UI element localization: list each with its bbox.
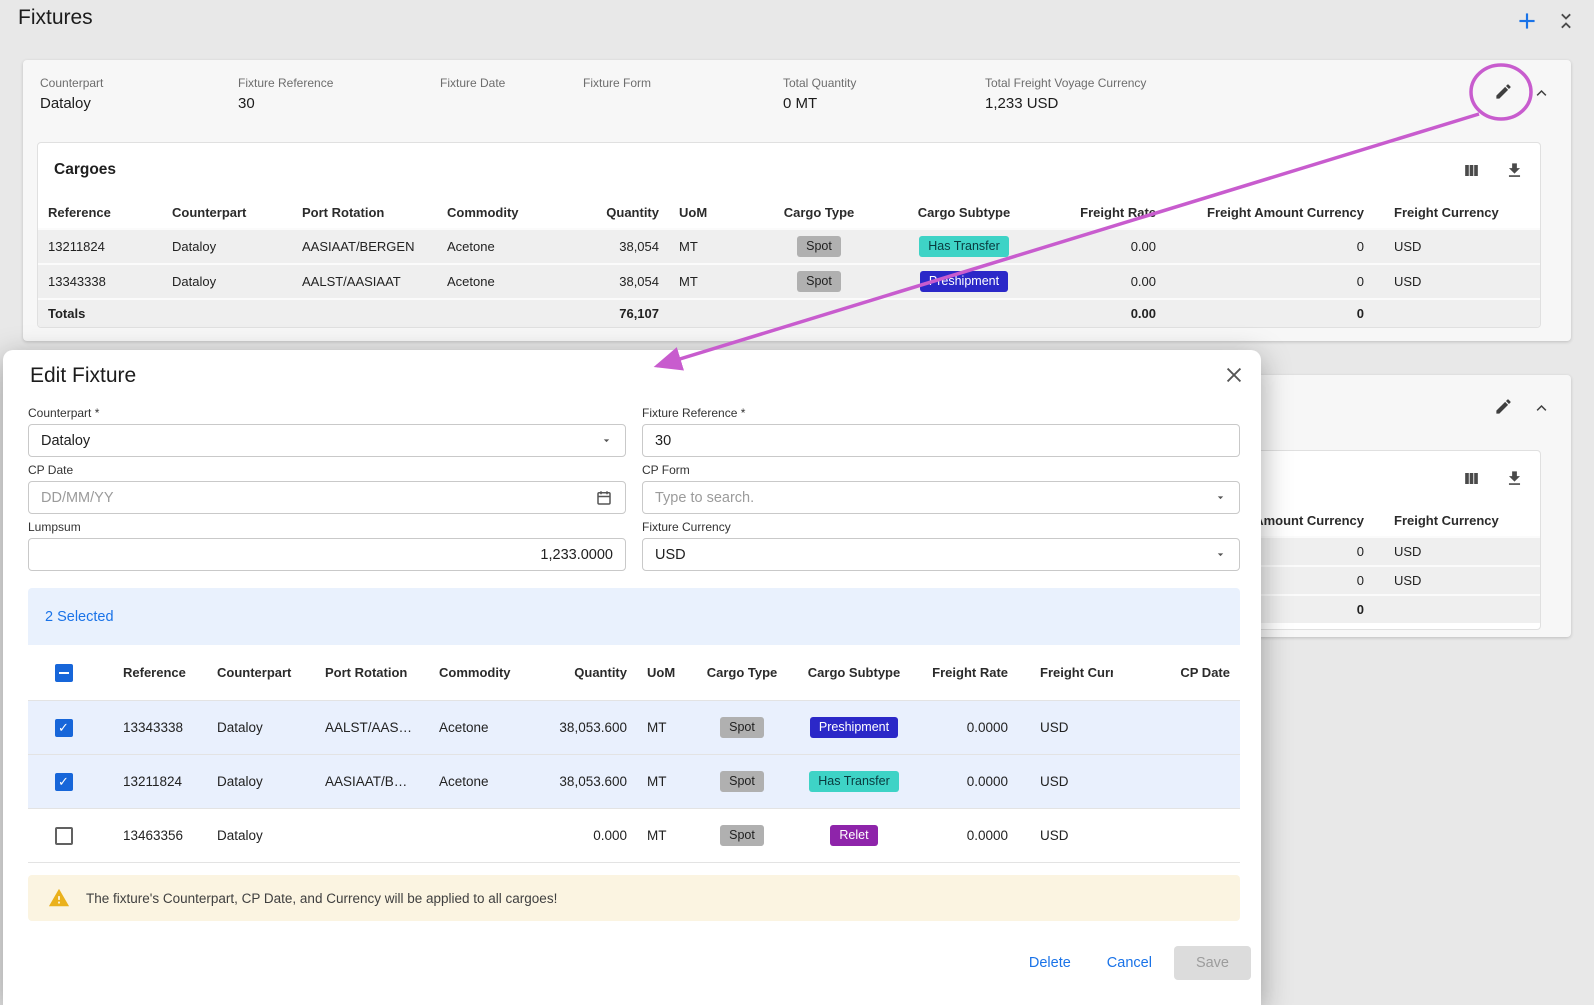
- cargo-subtype-chip: Relet: [830, 825, 877, 846]
- chevron-up-icon: [1534, 86, 1549, 101]
- cargoes-table: Reference Counterpart Port Rotation Comm…: [38, 197, 1541, 327]
- lumpsum-input[interactable]: [41, 547, 613, 563]
- field-fixture-form: Fixture Form: [583, 76, 651, 113]
- row-checkbox[interactable]: [55, 719, 73, 737]
- field-fixture-reference: Fixture Reference 30: [238, 76, 333, 113]
- columns-button[interactable]: [1462, 469, 1481, 488]
- fixture-reference-field: Fixture Reference *: [642, 406, 1240, 457]
- row-checkbox[interactable]: [55, 827, 73, 845]
- cargo-type-chip: Spot: [720, 825, 764, 846]
- field-total-quantity: Total Quantity 0 MT: [783, 76, 856, 113]
- cargo-subtype-chip: Has Transfer: [919, 236, 1009, 257]
- warning-icon: [48, 887, 70, 909]
- field-total-freight-voyage-currency: Total Freight Voyage Currency 1,233 USD: [985, 76, 1146, 113]
- edit-fixture-button[interactable]: [1494, 82, 1513, 101]
- topbar-actions: [1514, 8, 1576, 34]
- table-row[interactable]: 13343338 Dataloy AALST/AASIAAT Acetone 3…: [38, 264, 1541, 299]
- cargo-subtype-chip: Preshipment: [920, 271, 1008, 292]
- pencil-icon: [1494, 397, 1513, 416]
- chevron-down-icon: [1214, 491, 1227, 504]
- cp-form-field: CP Form: [642, 463, 1240, 514]
- dialog-actions: Delete Cancel Save: [1015, 946, 1251, 980]
- counterpart-field: Counterpart * Dataloy: [28, 406, 626, 457]
- add-fixture-button[interactable]: [1514, 8, 1540, 34]
- collapse-card-button[interactable]: [1534, 86, 1549, 101]
- counterpart-select[interactable]: Dataloy: [28, 424, 626, 457]
- edit-fixture-dialog: Edit Fixture Counterpart * Dataloy Fixtu…: [3, 350, 1261, 1005]
- cargo-subtype-chip: Preshipment: [810, 717, 898, 738]
- totals-row: Totals 76,107 0.00 0: [38, 299, 1541, 327]
- plus-icon: [1514, 8, 1540, 34]
- download-icon: [1505, 161, 1524, 180]
- table-row[interactable]: 13463356 Dataloy 0.000 MT Spot Relet 0.0…: [28, 809, 1240, 863]
- collapse-card-button[interactable]: [1534, 401, 1549, 416]
- columns-icon: [1462, 161, 1481, 180]
- columns-button[interactable]: [1462, 161, 1481, 180]
- fixture-currency-field: Fixture Currency USD: [642, 520, 1240, 571]
- fixtures-page: Fixtures Counterpart Dataloy Fixture Ref…: [0, 0, 1594, 1005]
- pencil-icon: [1494, 82, 1513, 101]
- field-fixture-date: Fixture Date: [440, 76, 505, 113]
- download-icon: [1505, 469, 1524, 488]
- dialog-title: Edit Fixture: [30, 364, 136, 388]
- select-table-header-row: Reference Counterpart Port Rotation Comm…: [28, 645, 1240, 701]
- cp-date-input[interactable]: [41, 490, 595, 506]
- fixture-currency-select[interactable]: USD: [642, 538, 1240, 571]
- cargo-type-chip: Spot: [720, 717, 764, 738]
- cargoes-header-row: Reference Counterpart Port Rotation Comm…: [38, 197, 1541, 229]
- table-row[interactable]: 13211824 Dataloy AASIAAT/B… Acetone 38,0…: [28, 755, 1240, 809]
- chevron-down-icon: [600, 434, 613, 447]
- chevron-down-icon: [1214, 548, 1227, 561]
- cp-form-input[interactable]: [655, 490, 1214, 506]
- table-row[interactable]: 13211824 Dataloy AASIAAT/BERGEN Acetone …: [38, 229, 1541, 264]
- collapse-all-button[interactable]: [1556, 11, 1576, 31]
- cargo-selection-section: 2 Selected Reference Counterpart Port Ro…: [28, 588, 1240, 863]
- warning-banner: The fixture's Counterpart, CP Date, and …: [28, 875, 1240, 921]
- chevron-up-icon: [1534, 401, 1549, 416]
- cargo-type-chip: Spot: [720, 771, 764, 792]
- row-checkbox[interactable]: [55, 773, 73, 791]
- save-button[interactable]: Save: [1174, 946, 1251, 980]
- field-counterpart: Counterpart Dataloy: [40, 76, 103, 113]
- cargoes-panel: Cargoes Reference Counterpart Por: [37, 142, 1541, 328]
- page-title: Fixtures: [18, 6, 93, 30]
- close-icon: [1223, 364, 1245, 386]
- unfold-less-icon: [1556, 11, 1576, 31]
- select-all-checkbox[interactable]: [55, 664, 73, 682]
- close-button[interactable]: [1223, 364, 1245, 386]
- cargo-type-chip: Spot: [797, 236, 841, 257]
- cargoes-title: Cargoes: [54, 161, 116, 179]
- download-button[interactable]: [1505, 161, 1524, 180]
- edit-fixture-button[interactable]: [1494, 397, 1513, 416]
- fixture-reference-input[interactable]: [655, 433, 1227, 449]
- cancel-button[interactable]: Cancel: [1093, 946, 1166, 980]
- fixture-card: Counterpart Dataloy Fixture Reference 30…: [23, 60, 1571, 341]
- download-button[interactable]: [1505, 469, 1524, 488]
- columns-icon: [1462, 469, 1481, 488]
- cargo-subtype-chip: Has Transfer: [809, 771, 899, 792]
- delete-button[interactable]: Delete: [1015, 946, 1085, 980]
- cargo-type-chip: Spot: [797, 271, 841, 292]
- selection-count: 2 Selected: [28, 588, 1240, 645]
- cp-date-field: CP Date: [28, 463, 626, 514]
- table-row[interactable]: 13343338 Dataloy AALST/AAS… Acetone 38,0…: [28, 701, 1240, 755]
- cargo-select-table: Reference Counterpart Port Rotation Comm…: [28, 645, 1240, 863]
- lumpsum-field: Lumpsum: [28, 520, 626, 571]
- calendar-icon[interactable]: [595, 489, 613, 507]
